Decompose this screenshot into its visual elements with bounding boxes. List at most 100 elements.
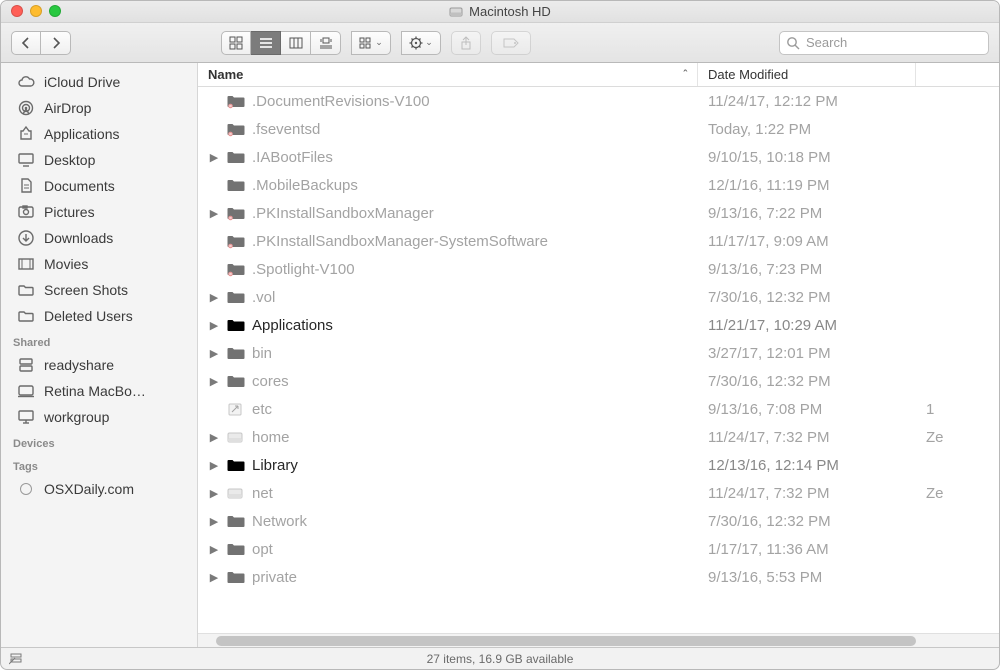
column-header-name[interactable]: Name ˆ (198, 63, 698, 86)
sidebar[interactable]: iCloud Drive AirDrop Applications Deskto… (1, 63, 198, 647)
search-icon (786, 36, 800, 50)
sidebar-item-label: Desktop (44, 152, 95, 168)
sidebar-tag-item[interactable]: OSXDaily.com (1, 476, 197, 502)
disclosure-triangle-icon[interactable]: ▶ (208, 291, 220, 304)
search-input[interactable] (779, 31, 989, 55)
file-name-label: private (252, 569, 297, 586)
sidebar-item-label: workgroup (44, 409, 109, 425)
file-row[interactable]: ▶ Network 7/30/16, 12:32 PM (198, 507, 999, 535)
file-row[interactable]: ▶ private 9/13/16, 5:53 PM (198, 563, 999, 591)
folder-icon (17, 307, 35, 325)
disclosure-triangle-icon[interactable]: ▶ (208, 375, 220, 388)
file-row[interactable]: .DocumentRevisions-V100 11/24/17, 12:12 … (198, 87, 999, 115)
sidebar-item-deleted users[interactable]: Deleted Users (1, 303, 197, 329)
action-button[interactable]: ⌄ (401, 31, 441, 55)
file-row[interactable]: .Spotlight-V100 9/13/16, 7:23 PM (198, 255, 999, 283)
file-icon (226, 232, 246, 250)
horizontal-scroll-thumb[interactable] (216, 636, 916, 646)
file-list[interactable]: .DocumentRevisions-V100 11/24/17, 12:12 … (198, 87, 999, 633)
sidebar-item-airdrop[interactable]: AirDrop (1, 95, 197, 121)
column-view-button[interactable] (281, 31, 311, 55)
sidebar-item-documents[interactable]: Documents (1, 173, 197, 199)
sidebar-item-applications[interactable]: Applications (1, 121, 197, 147)
icon-view-button[interactable] (221, 31, 251, 55)
main-content: Name ˆ Date Modified .DocumentRevisions-… (198, 63, 999, 647)
sidebar-item-readyshare[interactable]: readyshare (1, 352, 197, 378)
file-row[interactable]: ▶ home 11/24/17, 7:32 PM Ze (198, 423, 999, 451)
sidebar-item-desktop[interactable]: Desktop (1, 147, 197, 173)
path-button-icon[interactable] (9, 651, 23, 668)
disclosure-triangle-icon[interactable]: ▶ (208, 459, 220, 472)
disclosure-triangle-icon[interactable]: ▶ (208, 319, 220, 332)
list-view-button[interactable] (251, 31, 281, 55)
file-name-label: .PKInstallSandboxManager (252, 205, 434, 222)
file-date-cell: 1/17/17, 11:36 AM (698, 541, 916, 558)
horizontal-scrollbar[interactable] (198, 633, 999, 647)
sidebar-item-pictures[interactable]: Pictures (1, 199, 197, 225)
file-name-label: net (252, 485, 273, 502)
share-button[interactable] (451, 31, 481, 55)
sidebar-item-label: Documents (44, 178, 115, 194)
zoom-window-button[interactable] (49, 5, 61, 17)
action-group: ⌄ (401, 31, 441, 55)
disclosure-triangle-icon[interactable]: ▶ (208, 431, 220, 444)
column-header-date[interactable]: Date Modified (698, 63, 916, 86)
disclosure-triangle-icon[interactable]: ▶ (208, 571, 220, 584)
sidebar-item-label: Pictures (44, 204, 95, 220)
file-row[interactable]: ▶ bin 3/27/17, 12:01 PM (198, 339, 999, 367)
back-button[interactable] (11, 31, 41, 55)
file-date-cell: 11/24/17, 7:32 PM (698, 429, 916, 446)
disclosure-triangle-icon[interactable]: ▶ (208, 515, 220, 528)
arrange-button[interactable]: ⌄ (351, 31, 391, 55)
sidebar-item-movies[interactable]: Movies (1, 251, 197, 277)
sidebar-item-label: Applications (44, 126, 120, 142)
sidebar-item-screen shots[interactable]: Screen Shots (1, 277, 197, 303)
file-row[interactable]: ▶ .PKInstallSandboxManager 9/13/16, 7:22… (198, 199, 999, 227)
file-name-label: .Spotlight-V100 (252, 261, 355, 278)
window-body: iCloud Drive AirDrop Applications Deskto… (1, 63, 999, 647)
file-name-label: Library (252, 457, 298, 474)
file-name-label: home (252, 429, 290, 446)
sidebar-section-shared: Shared (1, 329, 197, 352)
disclosure-triangle-icon[interactable]: ▶ (208, 487, 220, 500)
file-row[interactable]: ▶ opt 1/17/17, 11:36 AM (198, 535, 999, 563)
file-row[interactable]: .MobileBackups 12/1/16, 11:19 PM (198, 171, 999, 199)
disclosure-triangle-icon[interactable]: ▶ (208, 543, 220, 556)
file-row[interactable]: ▶ .vol 7/30/16, 12:32 PM (198, 283, 999, 311)
close-window-button[interactable] (11, 5, 23, 17)
file-date-cell: 9/10/15, 10:18 PM (698, 149, 916, 166)
tags-button[interactable] (491, 31, 531, 55)
file-date-cell: 7/30/16, 12:32 PM (698, 373, 916, 390)
file-name-label: .IABootFiles (252, 149, 333, 166)
file-icon (226, 288, 246, 306)
disclosure-triangle-icon[interactable]: ▶ (208, 207, 220, 220)
file-row[interactable]: ▶ Applications 11/21/17, 10:29 AM (198, 311, 999, 339)
arrange-group: ⌄ (351, 31, 391, 55)
sidebar-section-tags: Tags (1, 453, 197, 476)
sidebar-item-icloud drive[interactable]: iCloud Drive (1, 69, 197, 95)
file-icon (226, 120, 246, 138)
disclosure-triangle-icon[interactable]: ▶ (208, 151, 220, 164)
file-row[interactable]: .fseventsd Today, 1:22 PM (198, 115, 999, 143)
sidebar-item-downloads[interactable]: Downloads (1, 225, 197, 251)
file-row[interactable]: ▶ cores 7/30/16, 12:32 PM (198, 367, 999, 395)
coverflow-view-button[interactable] (311, 31, 341, 55)
file-row[interactable]: ▶ .IABootFiles 9/10/15, 10:18 PM (198, 143, 999, 171)
file-icon (226, 316, 246, 334)
disclosure-triangle-icon[interactable]: ▶ (208, 347, 220, 360)
column-header-extra[interactable] (916, 63, 999, 86)
forward-button[interactable] (41, 31, 71, 55)
file-row[interactable]: .PKInstallSandboxManager-SystemSoftware … (198, 227, 999, 255)
file-row[interactable]: ▶ net 11/24/17, 7:32 PM Ze (198, 479, 999, 507)
nav-buttons (11, 31, 71, 55)
file-date-cell: 9/13/16, 7:22 PM (698, 205, 916, 222)
file-name-cell: .MobileBackups (198, 176, 698, 194)
sidebar-item-label: AirDrop (44, 100, 91, 116)
titlebar: Macintosh HD (1, 1, 999, 23)
minimize-window-button[interactable] (30, 5, 42, 17)
sidebar-item-retina-macbo-[interactable]: Retina MacBo… (1, 378, 197, 404)
file-date-cell: 11/21/17, 10:29 AM (698, 317, 916, 334)
file-row[interactable]: etc 9/13/16, 7:08 PM 1 (198, 395, 999, 423)
file-row[interactable]: ▶ Library 12/13/16, 12:14 PM (198, 451, 999, 479)
sidebar-item-workgroup[interactable]: workgroup (1, 404, 197, 430)
